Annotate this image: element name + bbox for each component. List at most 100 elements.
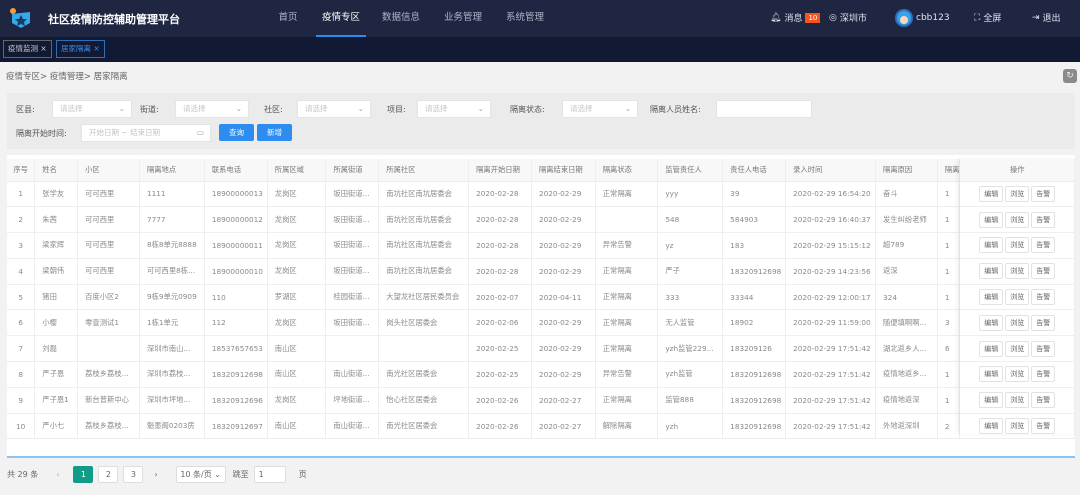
- page-size-select[interactable]: 10 条/页 ⌄: [175, 466, 226, 483]
- add-button[interactable]: 新增: [257, 124, 292, 141]
- table-cell: 正常隔离: [595, 258, 659, 285]
- top-bar: 社区疫情防控辅助管理平台 首页 疫情专区 数据信息 业务管理 系统管理 🔔︎ 消息…: [0, 0, 1080, 37]
- refresh-icon[interactable]: ↻: [1063, 69, 1077, 83]
- table-cell: 奋斗: [875, 181, 938, 208]
- chevron-down-icon: ⌄: [477, 104, 484, 113]
- community-select[interactable]: 请选择 ⌄: [297, 100, 371, 118]
- page-3[interactable]: 3: [123, 466, 144, 483]
- table-cell: 坂田街道...: [325, 206, 380, 234]
- table-cell: 异常告警: [595, 232, 659, 259]
- date-end: 结束日期: [130, 128, 161, 137]
- fullscreen-button[interactable]: ⛶ 全屏: [974, 11, 1001, 25]
- table-cell: 2020-02-26: [468, 387, 532, 414]
- location-button[interactable]: ◎ 深圳市: [829, 11, 867, 25]
- table-cell: 梁家辉: [34, 232, 79, 259]
- table-cell: 2020-02-28: [468, 258, 532, 285]
- goto-label: 跳至: [232, 470, 249, 479]
- status-select[interactable]: 请选择 ⌄: [562, 100, 638, 118]
- app-title: 社区疫情防控辅助管理平台: [48, 13, 180, 26]
- table-cell: 18320912697: [204, 413, 268, 440]
- table-cell: 33344: [722, 284, 787, 311]
- table-cell: 疫情地返深: [875, 387, 938, 414]
- table-cell: 584903: [722, 206, 787, 234]
- logout-button[interactable]: ⇥ 退出: [1032, 11, 1061, 25]
- table-cell: 可可西里8栋...: [139, 258, 205, 285]
- logo-icon: [10, 8, 30, 28]
- table-cell: 坪地街道...: [325, 387, 380, 414]
- table-header: 序号 姓名 小区 隔离地点 联系电话 所属区域 所属街道 所属社区 隔离开始日期 隔离结束日期 隔离…: [7, 159, 1075, 182]
- table-cell: 新台普斯中心: [77, 387, 140, 414]
- table-cell: 2020-02-29 17:51:42: [785, 335, 877, 363]
- table-cell: 坂田街道...: [325, 309, 380, 337]
- table-row: 9 严子恩1 新台普斯中心 深圳市坪地... 18320912696 龙岗区 坪地街道...…: [7, 387, 1075, 414]
- table-cell: 2020-02-29 12:00:17: [785, 284, 877, 311]
- district-select[interactable]: 请选择 ⌄: [52, 100, 132, 118]
- table-cell: 2020-02-06: [468, 309, 532, 337]
- page-2[interactable]: 2: [98, 466, 119, 483]
- prev-page-button[interactable]: ‹: [56, 470, 59, 479]
- bell-icon: 🔔︎: [770, 12, 782, 23]
- next-page-button[interactable]: ›: [154, 470, 157, 479]
- table-cell: 岗头社区居委会: [378, 309, 470, 337]
- table-cell: 2020-02-29: [531, 361, 596, 388]
- query-button[interactable]: 查询: [219, 124, 254, 141]
- tab-epidemic-monitor[interactable]: 疫情监测 ×: [3, 40, 52, 58]
- page-1[interactable]: 1: [73, 466, 94, 483]
- table-row: 10 严小七 荔枝乡荔枝... 魁墨阁0203房 18320912697 南山区 南山街道.…: [7, 413, 1075, 440]
- table-cell: 2020-02-29: [531, 232, 596, 259]
- logout-icon: ⇥: [1032, 12, 1040, 23]
- table-cell: yzh监管: [657, 361, 724, 388]
- column-header: 小区: [77, 159, 140, 182]
- column-header: 所属街道: [325, 159, 380, 182]
- project-select[interactable]: 请选择 ⌄: [417, 100, 491, 118]
- table-row: 6 小樱 零壹测试1 1栋1单元 112 龙岗区 坂田街道... 岗头社区居委会 2020-02…: [7, 309, 1075, 337]
- tab-home-isolation[interactable]: 居家隔离 ×: [56, 40, 105, 58]
- nav-data[interactable]: 数据信息: [376, 0, 426, 37]
- table-cell: 正常隔离: [595, 335, 659, 363]
- table-cell: 18320912698: [722, 361, 787, 388]
- table-cell: 2020-02-25: [468, 361, 532, 388]
- goto-page-input[interactable]: 1: [253, 466, 286, 483]
- table-cell: 龙岗区: [267, 309, 327, 337]
- nav-business[interactable]: 业务管理: [436, 0, 490, 37]
- table-cell: 南山街道...: [325, 361, 380, 388]
- table-cell: 2020-02-28: [468, 181, 532, 208]
- table-cell: 解除隔离: [595, 413, 659, 440]
- table-cell: 112: [204, 309, 268, 337]
- column-header: 隔离结束日期: [531, 159, 596, 182]
- table-cell: 18902: [722, 309, 787, 337]
- table-cell: 猪田: [34, 284, 79, 311]
- table-cell: 18900000011: [204, 232, 268, 259]
- street-select[interactable]: 请选择 ⌄: [175, 100, 249, 118]
- table-cell: 18320912696: [204, 387, 268, 414]
- logout-label: 退出: [1042, 14, 1061, 24]
- nav-epidemic[interactable]: 疫情专区: [316, 0, 366, 37]
- table-cell: 2: [937, 413, 961, 440]
- nav-home[interactable]: 首页: [270, 0, 306, 37]
- placeholder: 请选择: [570, 104, 593, 113]
- close-icon[interactable]: ×: [40, 44, 46, 53]
- messages-button[interactable]: 🔔︎ 消息 10: [770, 11, 821, 24]
- table-cell: 发生纠纷老师: [875, 206, 938, 234]
- table-cell: 张学友: [34, 181, 79, 208]
- date-range-picker[interactable]: 开始日期 ~ 结束日期 ▭: [81, 124, 211, 142]
- table-cell: 18320912698: [722, 387, 787, 414]
- table-cell: 2020-02-29: [531, 309, 596, 337]
- table-cell: 魁墨阁0203房: [139, 413, 205, 440]
- tab-bar: 疫情监测 × 居家隔离 ×: [0, 37, 1080, 62]
- street-label: 街道:: [140, 105, 159, 114]
- close-icon[interactable]: ×: [93, 44, 99, 53]
- name-input[interactable]: [716, 100, 812, 118]
- table-cell: 监管888: [657, 387, 724, 414]
- table-cell: 1: [937, 387, 961, 414]
- table-cell: 18900000013: [204, 181, 268, 208]
- isolation-table: 序号 姓名 小区 隔离地点 联系电话 所属区域 所属街道 所属社区 隔离开始日期 隔离结束日期 隔离…: [7, 155, 1075, 458]
- table-cell: 2020-02-25: [468, 335, 532, 363]
- nav-system[interactable]: 系统管理: [500, 0, 550, 37]
- placeholder: 请选择: [60, 104, 83, 113]
- user-menu[interactable]: cbb123: [895, 9, 950, 27]
- table-cell: 龙岗区: [267, 206, 327, 234]
- table-cell: 2020-02-29 17:51:42: [785, 361, 877, 388]
- table-cell: 正常隔离: [595, 387, 659, 414]
- table-cell: 南光社区居委会: [378, 413, 470, 440]
